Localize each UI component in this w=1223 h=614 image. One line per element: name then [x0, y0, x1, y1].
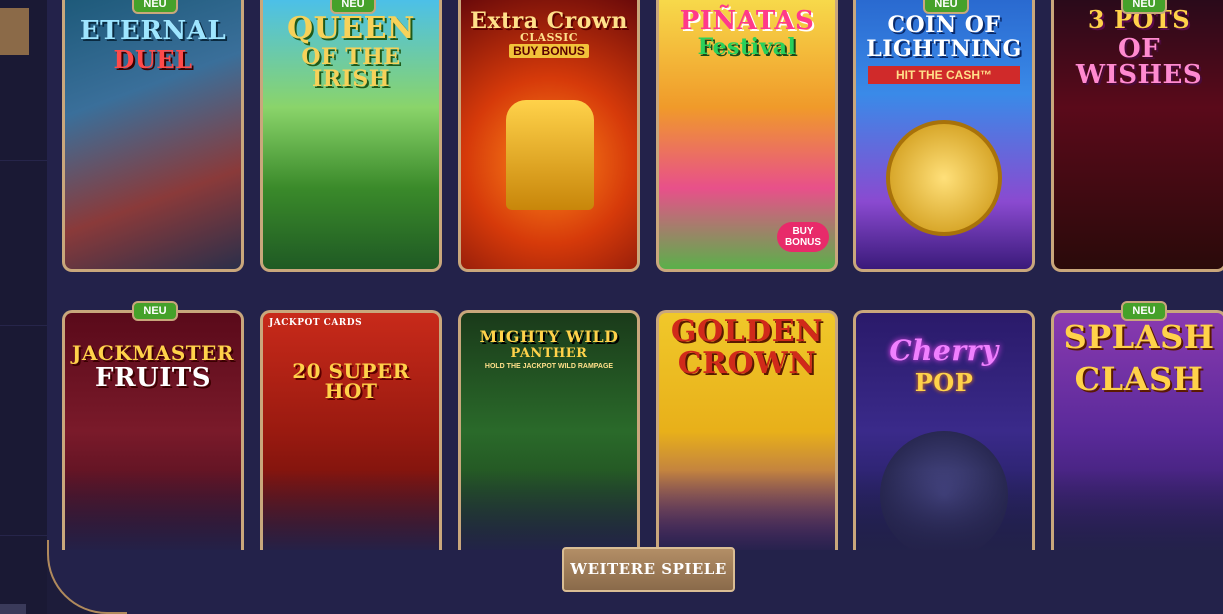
game-subtitle: CROWN: [677, 346, 817, 381]
panel-border-corner: [47, 540, 127, 614]
game-subtitle: Festival: [697, 34, 797, 60]
lightning-coin-icon: [886, 120, 1002, 236]
game-subtitle: CLASSIC: [519, 31, 579, 44]
card-fade: [1054, 470, 1223, 550]
game-title: GOLDEN: [670, 314, 824, 349]
game-subtitle: JACKPOT CARDS: [269, 318, 363, 328]
game-title: QUEEN: [287, 11, 415, 46]
game-title: PIÑATAS: [679, 6, 815, 36]
buy-bonus-tag: BUY BONUS: [777, 222, 829, 252]
card-fade: [856, 470, 1032, 550]
game-subtitle: PANTHER: [510, 346, 588, 361]
game-card-coin-of-lightning[interactable]: COIN OF LIGHTNING HIT THE CASH™: [853, 0, 1035, 272]
game-subtitle: FRUITS: [94, 363, 212, 393]
game-title: Extra Crown: [470, 8, 628, 34]
game-subtitle: CLASH: [1074, 360, 1204, 398]
new-badge: NEU: [1121, 301, 1167, 321]
game-card-splash-clash[interactable]: SPLASH CLASH: [1051, 310, 1223, 550]
game-card-3-pots-of-wishes[interactable]: 3 POTS OF WISHES: [1051, 0, 1223, 272]
card-fade: [659, 470, 835, 550]
game-title: SPLASH: [1063, 318, 1215, 356]
game-card-jackmaster-fruits[interactable]: JACKMASTER FRUITS: [62, 310, 244, 550]
game-card-mighty-wild-panther[interactable]: MIGHTY WILD PANTHER HOLD THE JACKPOT WIL…: [458, 310, 640, 550]
sidebar-divider: [0, 325, 47, 326]
game-title: Cherry: [889, 334, 999, 367]
new-badge: NEU: [330, 0, 376, 14]
game-title: COIN OF: [887, 12, 1001, 38]
new-badge: NEU: [132, 0, 178, 14]
game-title: MIGHTY WILD: [479, 327, 619, 346]
hit-the-cash-tag: HIT THE CASH™: [868, 66, 1020, 84]
new-badge: NEU: [1121, 0, 1167, 14]
game-title: ETERNAL: [79, 16, 227, 46]
new-badge: NEU: [132, 301, 178, 321]
game-card-cherry-pop[interactable]: Cherry POP: [853, 310, 1035, 550]
game-card-queen-of-the-irish[interactable]: QUEEN OF THE IRISH: [260, 0, 442, 272]
game-card-eternal-duel[interactable]: ETERNAL DUEL: [62, 0, 244, 272]
crown-icon: [506, 100, 594, 210]
game-card-extra-crown[interactable]: Extra Crown CLASSIC BUY BONUS: [458, 0, 640, 272]
game-subtitle: POP: [914, 368, 974, 397]
game-subtitle: OF THE IRISH: [301, 44, 401, 92]
buy-bonus-tag: BUY BONUS: [509, 44, 589, 58]
game-subtitle: LIGHTNING: [866, 36, 1022, 62]
card-fade: [263, 470, 439, 550]
game-tagline: HOLD THE JACKPOT WILD RAMPAGE: [484, 363, 614, 370]
game-card-pinatas-festival[interactable]: PIÑATAS Festival BUY BONUS: [656, 0, 838, 272]
sidebar-active-tab[interactable]: [0, 8, 29, 55]
sidebar-divider: [0, 160, 47, 161]
game-title: JACKMASTER: [71, 341, 235, 365]
scroll-corner: [0, 604, 26, 614]
game-subtitle: OF WISHES: [1075, 34, 1203, 90]
game-card-golden-crown[interactable]: GOLDEN CROWN: [656, 310, 838, 550]
game-subtitle: DUEL: [113, 45, 193, 74]
left-sidebar: [0, 0, 47, 614]
game-card-20-super-hot[interactable]: JACKPOT CARDS 20 SUPER HOT: [260, 310, 442, 550]
game-title: 20 SUPER HOT: [292, 359, 410, 403]
sidebar-divider: [0, 535, 47, 536]
more-games-button[interactable]: WEITERE SPIELE: [562, 547, 735, 592]
card-fade: [65, 470, 241, 550]
new-badge: NEU: [923, 0, 969, 14]
card-fade: [461, 470, 637, 550]
